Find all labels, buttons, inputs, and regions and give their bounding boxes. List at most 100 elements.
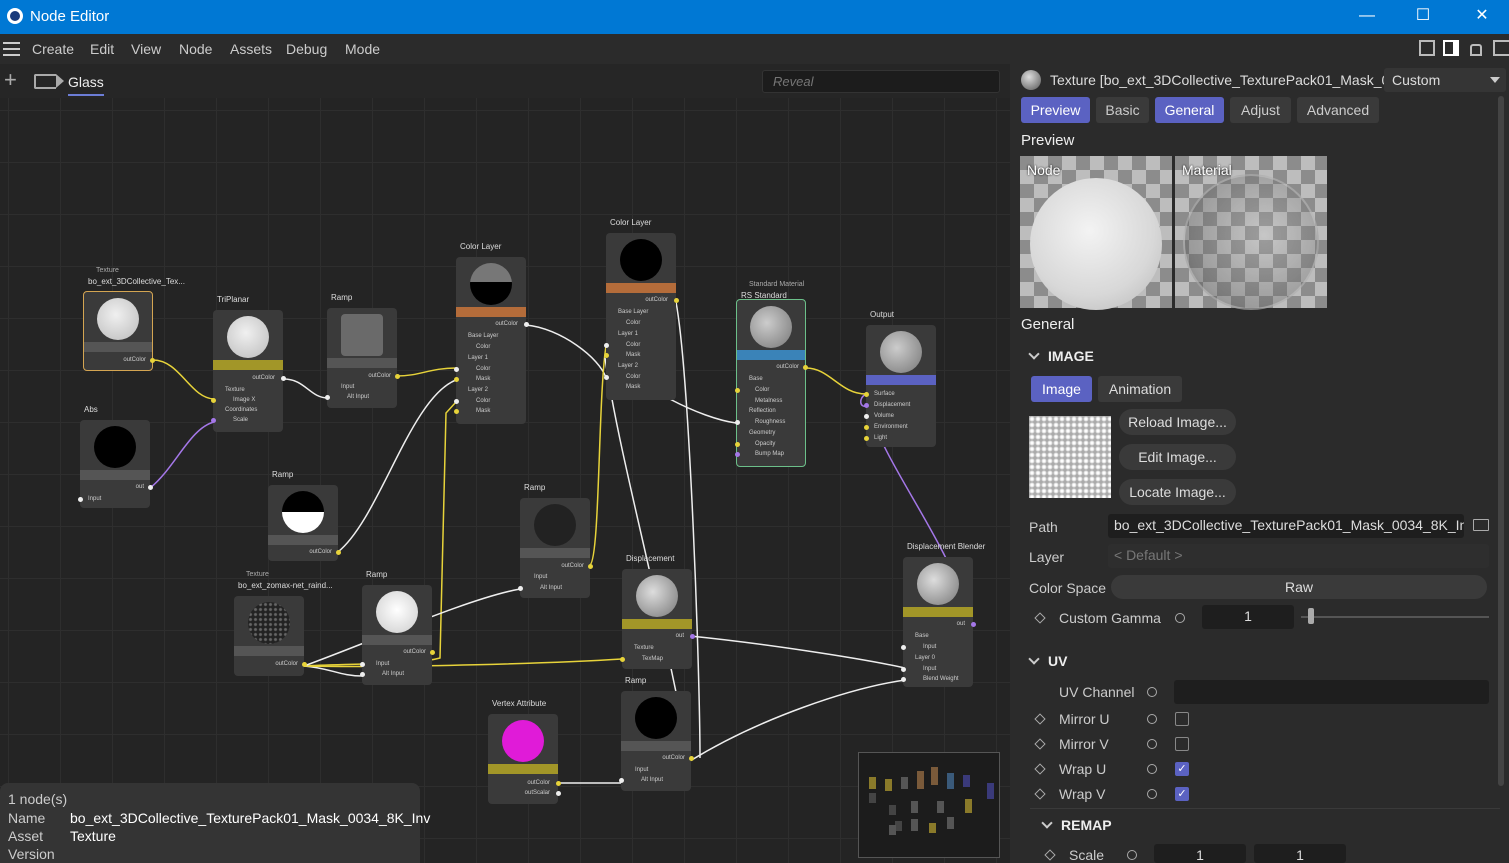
port-dot[interactable]	[211, 418, 216, 423]
port-dot[interactable]	[556, 791, 561, 796]
node-color-layer[interactable]: Color Layer outColor Base Layer Color La…	[454, 242, 529, 424]
port-dot[interactable]	[360, 662, 365, 667]
port-dot[interactable]	[735, 420, 740, 425]
port-dot[interactable]	[556, 781, 561, 786]
uv-section-header[interactable]: UV	[1030, 653, 1067, 669]
node-triplanar[interactable]: TriPlanar outColor Texture Image X Coord…	[211, 295, 286, 432]
keyframe-diamond-icon[interactable]	[1034, 738, 1046, 750]
keyframe-diamond-icon[interactable]	[1034, 788, 1046, 800]
node-displacement-blender[interactable]: Displacement Blender out Base Input Laye…	[901, 542, 985, 687]
node-ramp[interactable]: Ramp outColor Input Alt Input	[518, 483, 593, 598]
port-dot[interactable]	[211, 398, 216, 403]
tab-general[interactable]: General	[1155, 97, 1224, 123]
port-dot[interactable]	[78, 497, 83, 502]
node-ramp[interactable]: Ramp outColor Input Alt Input	[619, 676, 694, 791]
tab-glass[interactable]: Glass	[68, 74, 104, 96]
port-dot[interactable]	[454, 409, 459, 414]
add-tab-icon[interactable]: +	[4, 69, 17, 91]
node-texture[interactable]: Texture bo_ext_3DCollective_Tex... outCo…	[83, 267, 185, 371]
node-abs[interactable]: Abs out Input	[78, 405, 153, 508]
port-dot[interactable]	[604, 343, 609, 348]
port-dot[interactable]	[735, 442, 740, 447]
port-dot[interactable]	[336, 550, 341, 555]
node-displacement[interactable]: Displacement out Texture TexMap	[620, 554, 695, 669]
layer-dropdown[interactable]: < Default >	[1108, 544, 1489, 568]
tag-icon[interactable]	[34, 74, 64, 89]
maximize-button[interactable]: ☐	[1411, 6, 1435, 28]
keyframe-diamond-icon[interactable]	[1034, 713, 1046, 725]
tab-adjust[interactable]: Adjust	[1230, 97, 1291, 123]
image-section-header[interactable]: IMAGE	[1030, 348, 1094, 364]
port-dot[interactable]	[430, 650, 435, 655]
lock-icon[interactable]	[1470, 44, 1482, 56]
node-minimap[interactable]	[858, 752, 1000, 858]
animate-circle-icon[interactable]	[1175, 613, 1185, 623]
port-dot[interactable]	[325, 395, 330, 400]
tab-basic[interactable]: Basic	[1096, 97, 1149, 123]
menu-view[interactable]: View	[131, 41, 161, 57]
keyframe-diamond-icon[interactable]	[1034, 763, 1046, 775]
port-dot[interactable]	[604, 375, 609, 380]
animate-circle-icon[interactable]	[1127, 850, 1137, 860]
port-dot[interactable]	[588, 564, 593, 569]
port-dot[interactable]	[620, 657, 625, 662]
panel-scrollbar[interactable]	[1498, 96, 1504, 786]
slider-handle[interactable]	[1308, 608, 1314, 624]
scale-x-field[interactable]: 1	[1154, 844, 1246, 863]
node-texture[interactable]: Texture bo_ext_zomax-net_raind... outCol…	[234, 571, 333, 676]
keyframe-diamond-icon[interactable]	[1034, 612, 1046, 624]
port-dot[interactable]	[454, 367, 459, 372]
new-window-icon[interactable]	[1493, 40, 1509, 56]
edit-image-button[interactable]: Edit Image...	[1119, 444, 1236, 470]
node-rs-standard[interactable]: Standard Material RS Standard outColor B…	[735, 281, 808, 467]
minimize-button[interactable]: —	[1355, 6, 1379, 28]
port-dot[interactable]	[901, 667, 906, 672]
menu-node[interactable]: Node	[179, 41, 212, 57]
port-dot[interactable]	[302, 662, 307, 667]
wrap-v-checkbox[interactable]: ✓	[1175, 787, 1189, 801]
tab-preview[interactable]: Preview	[1021, 97, 1090, 123]
menu-create[interactable]: Create	[32, 41, 74, 57]
remap-section-header[interactable]: REMAP	[1043, 817, 1112, 833]
node-color-layer[interactable]: Color Layer outColor Base Layer Color La…	[604, 218, 679, 400]
port-dot[interactable]	[518, 586, 523, 591]
keyframe-diamond-icon[interactable]	[1044, 849, 1056, 861]
port-dot[interactable]	[690, 634, 695, 639]
port-dot[interactable]	[454, 399, 459, 404]
port-dot[interactable]	[689, 756, 694, 761]
node-canvas[interactable]: Texture bo_ext_3DCollective_Tex... outCo…	[0, 98, 1010, 863]
node-output[interactable]: Output Surface Displacement Volume Envir…	[864, 310, 936, 447]
port-dot[interactable]	[901, 677, 906, 682]
port-dot[interactable]	[864, 425, 869, 430]
menu-assets[interactable]: Assets	[230, 41, 272, 57]
animation-subtab[interactable]: Animation	[1098, 376, 1182, 402]
uv-channel-field[interactable]	[1174, 680, 1489, 704]
port-dot[interactable]	[901, 645, 906, 650]
port-dot[interactable]	[864, 392, 869, 397]
port-dot[interactable]	[281, 376, 286, 381]
wrap-u-checkbox[interactable]: ✓	[1175, 762, 1189, 776]
port-dot[interactable]	[619, 778, 624, 783]
menu-edit[interactable]: Edit	[90, 41, 114, 57]
port-dot[interactable]	[604, 353, 609, 358]
port-dot[interactable]	[864, 403, 869, 408]
port-dot[interactable]	[803, 365, 808, 370]
mirror-v-checkbox[interactable]	[1175, 737, 1189, 751]
image-subtab[interactable]: Image	[1031, 376, 1092, 402]
port-dot[interactable]	[454, 377, 459, 382]
folder-icon[interactable]	[1473, 519, 1489, 531]
port-dot[interactable]	[735, 388, 740, 393]
port-dot[interactable]	[148, 485, 153, 490]
locate-image-button[interactable]: Locate Image...	[1119, 479, 1236, 505]
animate-circle-icon[interactable]	[1147, 739, 1157, 749]
hamburger-menu-icon[interactable]	[3, 42, 20, 56]
port-dot[interactable]	[971, 622, 976, 627]
reveal-search-input[interactable]	[762, 70, 1000, 93]
mirror-u-checkbox[interactable]	[1175, 712, 1189, 726]
layout-left-icon[interactable]	[1419, 40, 1435, 56]
port-dot[interactable]	[395, 374, 400, 379]
preset-dropdown[interactable]: Custom	[1384, 68, 1506, 92]
scale-y-field[interactable]: 1	[1254, 844, 1346, 863]
port-dot[interactable]	[735, 452, 740, 457]
animate-circle-icon[interactable]	[1147, 789, 1157, 799]
